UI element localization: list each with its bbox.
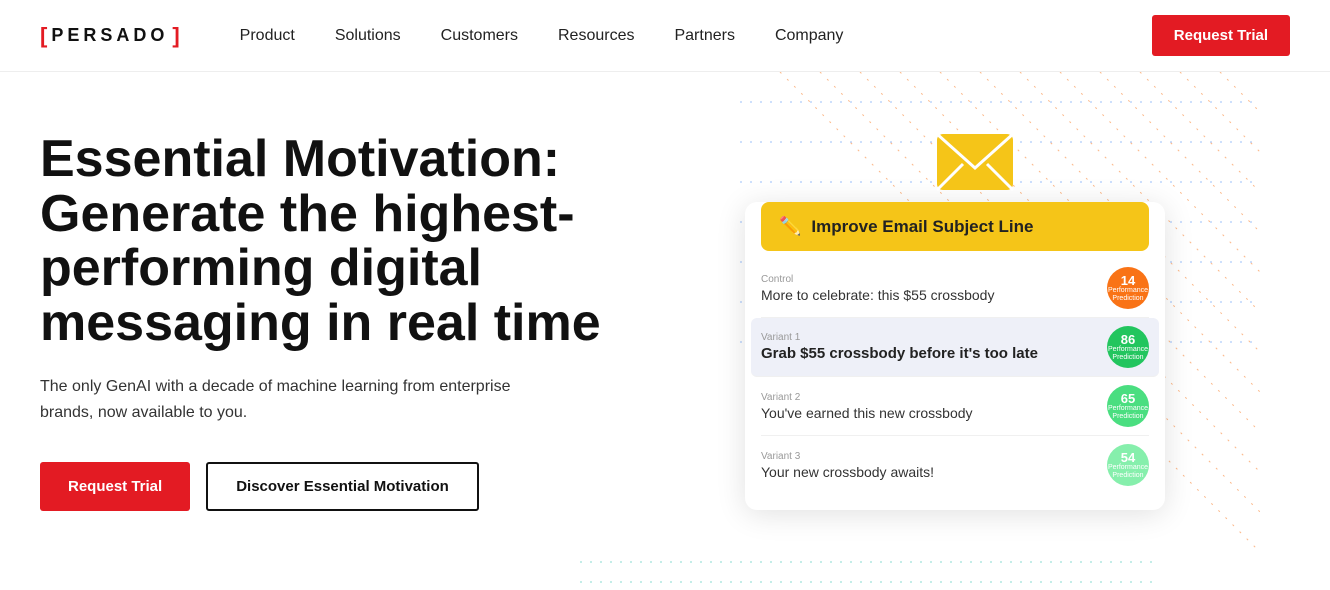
logo[interactable]: [ PERSADO ] (40, 23, 180, 49)
variant1-left: Variant 1 Grab $55 crossbody before it's… (761, 332, 1107, 362)
variant3-row: Variant 3 Your new crossbody awaits! 54 … (761, 436, 1149, 494)
control-text: More to celebrate: this $55 crossbody (761, 287, 1107, 303)
variant1-text: Grab $55 crossbody before it's too late (761, 345, 1107, 362)
banner-text: Improve Email Subject Line (811, 217, 1033, 237)
variant1-score: 86 (1121, 333, 1135, 346)
email-icon (935, 132, 1015, 192)
hero-subtext: The only GenAI with a decade of machine … (40, 374, 560, 425)
variant3-left: Variant 3 Your new crossbody awaits! (761, 451, 1107, 480)
variant2-left: Variant 2 You've earned this new crossbo… (761, 392, 1107, 421)
nav-link-solutions[interactable]: Solutions (335, 27, 401, 45)
navigation: [ PERSADO ] Product Solutions Customers … (0, 0, 1330, 72)
variant2-text: You've earned this new crossbody (761, 405, 1107, 421)
nav-link-resources[interactable]: Resources (558, 27, 634, 45)
variant3-badge: 54 Performance Prediction (1107, 444, 1149, 486)
hero-right: ✏️ Improve Email Subject Line Control Mo… (620, 122, 1290, 590)
logo-bracket-left: [ (40, 23, 47, 49)
control-left: Control More to celebrate: this $55 cros… (761, 274, 1107, 303)
variant1-badge: 86 Performance Prediction (1107, 326, 1149, 368)
nav-links: Product Solutions Customers Resources Pa… (240, 27, 1152, 45)
improve-banner: ✏️ Improve Email Subject Line (761, 202, 1149, 251)
variant1-perf-label: Performance Prediction (1107, 346, 1149, 361)
logo-text: PERSADO (51, 25, 168, 46)
hero-buttons: Request Trial Discover Essential Motivat… (40, 462, 620, 511)
control-badge: 14 Performance Prediction (1107, 267, 1149, 309)
variant3-perf-label: Performance Prediction (1107, 464, 1149, 479)
nav-link-partners[interactable]: Partners (674, 27, 734, 45)
ui-demo-card: ✏️ Improve Email Subject Line Control Mo… (745, 202, 1165, 510)
variant3-label: Variant 3 (761, 451, 1107, 462)
variant1-label: Variant 1 (761, 332, 1107, 343)
variant2-score: 65 (1121, 392, 1135, 405)
variants-list: Control More to celebrate: this $55 cros… (745, 259, 1165, 494)
variant3-text: Your new crossbody awaits! (761, 464, 1107, 480)
nav-link-customers[interactable]: Customers (441, 27, 518, 45)
hero-request-trial-button[interactable]: Request Trial (40, 462, 190, 511)
variant1-row: Variant 1 Grab $55 crossbody before it's… (751, 318, 1159, 377)
logo-bracket-right: ] (172, 23, 179, 49)
control-row: Control More to celebrate: this $55 cros… (761, 259, 1149, 318)
nav-link-company[interactable]: Company (775, 27, 843, 45)
control-score: 14 (1121, 274, 1135, 287)
hero-left: Essential Motivation: Generate the highe… (40, 122, 620, 511)
nav-link-product[interactable]: Product (240, 27, 295, 45)
control-label: Control (761, 274, 1107, 285)
variant2-row: Variant 2 You've earned this new crossbo… (761, 377, 1149, 436)
nav-request-trial-button[interactable]: Request Trial (1152, 15, 1290, 56)
control-perf-label: Performance Prediction (1107, 287, 1149, 302)
variant3-score: 54 (1121, 451, 1135, 464)
pencil-icon: ✏️ (779, 216, 801, 237)
hero-section: Essential Motivation: Generate the highe… (0, 72, 1330, 590)
hero-discover-button[interactable]: Discover Essential Motivation (206, 462, 479, 511)
variant2-label: Variant 2 (761, 392, 1107, 403)
variant2-perf-label: Performance Prediction (1107, 405, 1149, 420)
hero-headline: Essential Motivation: Generate the highe… (40, 132, 620, 350)
variant2-badge: 65 Performance Prediction (1107, 385, 1149, 427)
